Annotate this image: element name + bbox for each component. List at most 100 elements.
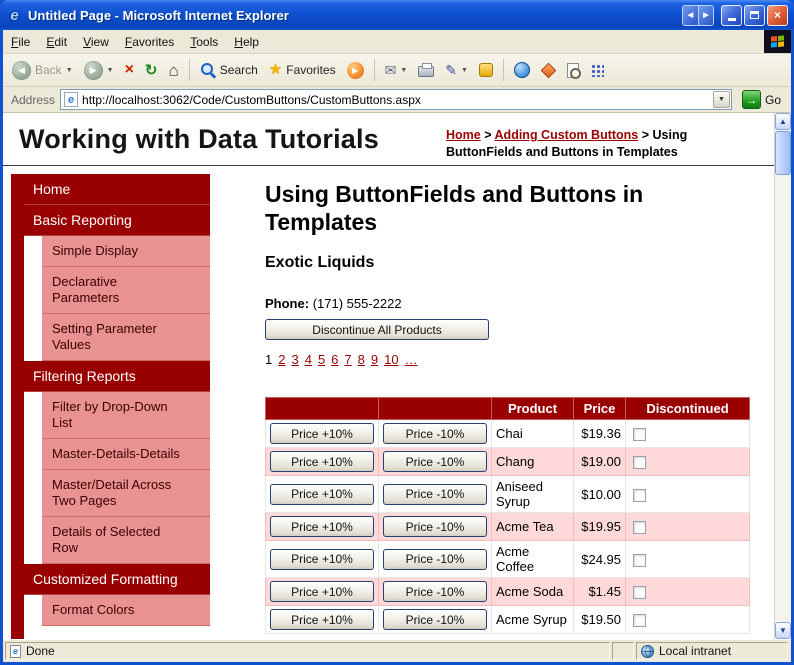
price-down-button[interactable]: Price -10% [383,516,487,537]
favorites-button[interactable]: ★ Favorites [264,60,341,80]
price-up-button[interactable]: Price +10% [270,609,374,630]
sidebar-item-setting-parameter-values[interactable]: Setting Parameter Values [42,314,210,361]
pager-page-link[interactable]: 7 [344,352,351,367]
pager-page-link[interactable]: 6 [331,352,338,367]
title-bar: e Untitled Page - Microsoft Internet Exp… [0,0,794,30]
discontinued-checkbox[interactable] [633,614,646,628]
product-cell: Acme Coffee [491,540,574,578]
grid-body: Price +10% Price -10% Chai $19.36 Price +10%… [265,419,750,634]
menu-item-tools[interactable]: Tools [182,30,226,53]
price-down-button[interactable]: Price -10% [383,451,487,472]
pager-page-link[interactable]: 4 [305,352,312,367]
grid-tool-button[interactable] [585,60,609,80]
forward-button[interactable]: ▶ ▼ [79,58,119,83]
world-button[interactable] [509,59,535,81]
price-down-button[interactable]: Price -10% [383,581,487,602]
sidebar-item-customized-formatting[interactable]: Customized Formatting [24,564,210,595]
status-spacer-panel [612,642,634,660]
price-up-button[interactable]: Price +10% [270,581,374,602]
scroll-down-button[interactable]: ▼ [775,622,791,639]
menu-item-favorites[interactable]: Favorites [117,30,182,53]
sidebar-item-filtering-reports[interactable]: Filtering Reports [24,361,210,392]
pager-page-link[interactable]: 3 [291,352,298,367]
refresh-button[interactable]: ↻ [140,60,163,81]
title-nav-back-button[interactable]: ◀ [683,5,698,25]
pager-page-link[interactable]: 10 [384,352,398,367]
search-button[interactable]: Search [195,59,263,81]
price-down-button[interactable]: Price -10% [383,423,487,444]
page-find-button[interactable] [562,60,584,81]
address-bar: Address e ▼ → Go [3,87,791,113]
discontinued-cell [625,419,750,448]
gem-button[interactable] [536,60,561,81]
back-button[interactable]: ◀ Back ▼ [7,58,78,83]
menu-item-file[interactable]: File [3,30,38,53]
menu-item-help[interactable]: Help [226,30,267,53]
breadcrumb-link-adding-custom-buttons[interactable]: Adding Custom Buttons [495,128,639,142]
go-button[interactable]: → Go [737,90,786,109]
price-down-cell: Price -10% [378,475,492,513]
edit-button[interactable]: ✎ ▼ [440,61,473,80]
price-down-button[interactable]: Price -10% [383,548,487,570]
title-nav-forward-button[interactable]: ▶ [698,5,713,25]
toolbar-separator [188,59,190,81]
price-up-button[interactable]: Price +10% [270,516,374,537]
discontinued-checkbox[interactable] [633,428,646,442]
price-down-cell: Price -10% [378,419,492,448]
sidebar-item-format-colors[interactable]: Format Colors [42,595,210,626]
price-up-button[interactable]: Price +10% [270,451,374,472]
breadcrumb-link-home[interactable]: Home [446,128,481,142]
price-up-button[interactable]: Price +10% [270,548,374,570]
discontinued-checkbox[interactable] [633,488,646,502]
close-button[interactable]: × [767,4,788,26]
pager-current-page: 1 [265,352,273,367]
mail-icon: ✉ [384,61,397,78]
stop-button[interactable]: × [120,60,139,80]
pager-page-link[interactable]: 5 [318,352,325,367]
pager-page-link[interactable]: 2 [278,352,285,367]
grid-row: Price +10% Price -10% Chang $19.00 [265,447,750,476]
discontinued-checkbox[interactable] [633,586,646,600]
sidebar-item-simple-display[interactable]: Simple Display [42,236,210,267]
minimize-button[interactable] [721,4,742,26]
scrollbar-track[interactable] [775,176,791,622]
mail-button[interactable]: ✉ ▼ [380,61,413,80]
print-button[interactable] [413,60,439,80]
grid-header-cell: Price [573,397,626,420]
sidebar-item-home[interactable]: Home [24,174,210,205]
sidebar-item-master-detail-across-two-pages[interactable]: Master/Detail Across Two Pages [42,470,210,517]
sidebar-item-details-of-selected-row[interactable]: Details of Selected Row [42,517,210,564]
pager-page-link[interactable]: 8 [358,352,365,367]
sidebar-item-basic-reporting[interactable]: Basic Reporting [24,205,210,236]
price-down-button[interactable]: Price -10% [383,609,487,630]
price-up-cell: Price +10% [265,540,379,578]
address-dropdown-button[interactable]: ▼ [712,91,730,108]
discontinued-checkbox[interactable] [633,521,646,535]
toolbar-separator [502,59,504,81]
scroll-up-button[interactable]: ▲ [775,113,791,130]
pager-page-link[interactable]: 9 [371,352,378,367]
price-down-button[interactable]: Price -10% [383,483,487,505]
products-grid: Product Price Discontinued Price +10% Price… [265,397,750,634]
breadcrumb-separator: > [480,128,495,142]
price-down-cell: Price -10% [378,605,492,634]
media-button[interactable]: ▶ [342,59,369,82]
discontinue-all-button[interactable]: Discontinue All Products [265,319,489,340]
maximize-button[interactable] [744,4,765,26]
sidebar-item-declarative-parameters[interactable]: Declarative Parameters [42,267,210,314]
price-down-cell: Price -10% [378,512,492,541]
sidebar-item-filter-by-drop-down-list[interactable]: Filter by Drop-Down List [42,392,210,439]
price-up-button[interactable]: Price +10% [270,483,374,505]
discontinued-checkbox[interactable] [633,553,646,567]
menu-item-edit[interactable]: Edit [38,30,75,53]
address-input[interactable] [82,92,713,107]
messenger-button[interactable] [474,60,498,80]
pager-page-link[interactable]: … [405,352,418,367]
discontinued-checkbox[interactable] [633,456,646,470]
home-button[interactable]: ⌂ [163,60,183,81]
price-up-button[interactable]: Price +10% [270,423,374,444]
sidebar-item-master-details-details[interactable]: Master-Details-Details [42,439,210,470]
scrollbar-thumb[interactable] [775,131,791,175]
title-nav-back-icon: ◀ [687,12,694,19]
menu-item-view[interactable]: View [75,30,117,53]
